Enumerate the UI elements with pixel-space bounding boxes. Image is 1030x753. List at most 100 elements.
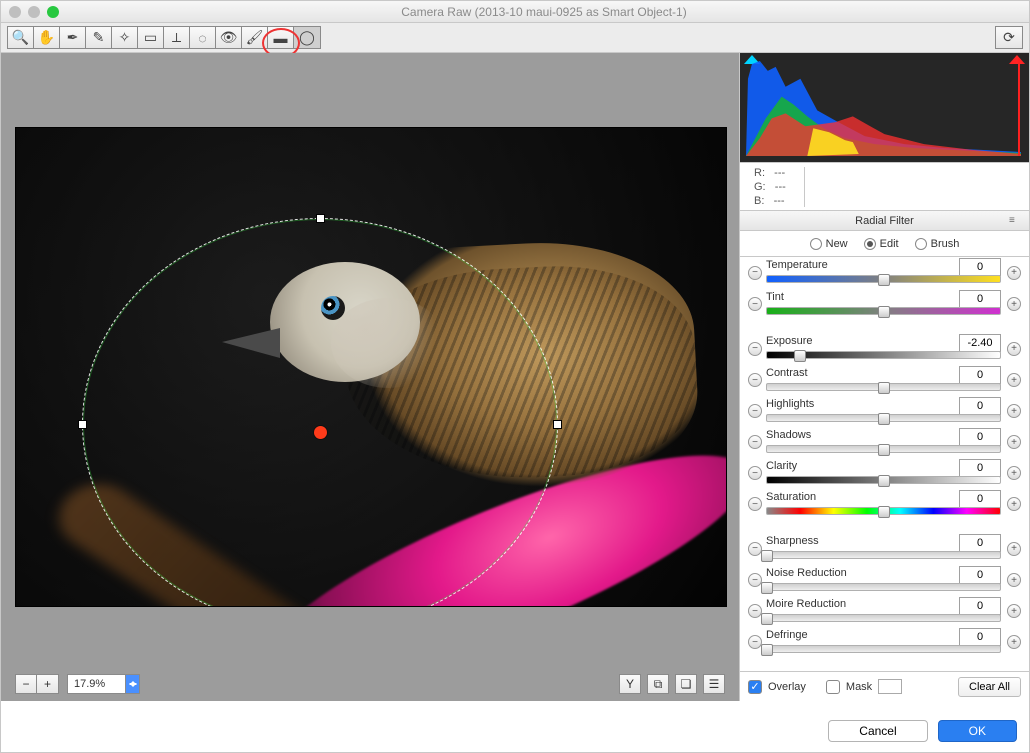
clear-all-button[interactable]: Clear All	[958, 677, 1021, 697]
targeted-adjustment-tool[interactable]: ✧	[112, 27, 138, 48]
minus-icon[interactable]: −	[748, 635, 762, 649]
mask-checkbox[interactable]	[826, 680, 840, 694]
slider-value-input[interactable]	[959, 258, 1001, 276]
slider-value-input[interactable]	[959, 428, 1001, 446]
minus-icon[interactable]: −	[748, 466, 762, 480]
zoom-tool[interactable]: 🔍	[8, 27, 34, 48]
preview-preferences-button[interactable]: ❏	[675, 674, 697, 694]
plus-icon[interactable]: +	[1007, 342, 1021, 356]
hand-tool[interactable]: ✋	[34, 27, 60, 48]
minus-icon[interactable]: −	[748, 373, 762, 387]
filmstrip-toggle-button[interactable]: Y	[619, 674, 641, 694]
slider-thumb[interactable]	[878, 506, 890, 518]
slider-value-input[interactable]	[959, 628, 1001, 646]
spot-removal-tool[interactable]: ◌	[190, 27, 216, 48]
slider-thumb[interactable]	[761, 582, 773, 594]
slider-thumb[interactable]	[878, 475, 890, 487]
mask-color-swatch[interactable]	[878, 679, 902, 694]
slider-value-input[interactable]	[959, 334, 1001, 352]
histogram[interactable]	[740, 53, 1029, 163]
color-sampler-tool[interactable]: ✎	[86, 27, 112, 48]
plus-icon[interactable]: +	[1007, 573, 1021, 587]
minus-icon[interactable]: −	[748, 604, 762, 618]
settings-button[interactable]: ☰	[703, 674, 725, 694]
slider-value-input[interactable]	[959, 490, 1001, 508]
plus-icon[interactable]: +	[1007, 497, 1021, 511]
slider-value-input[interactable]	[959, 566, 1001, 584]
slider-track[interactable]	[766, 476, 1001, 484]
rotate-button[interactable]: ⟳	[995, 26, 1023, 49]
plus-icon[interactable]: +	[1007, 604, 1021, 618]
slider-track[interactable]	[766, 583, 1001, 591]
plus-icon[interactable]: +	[1007, 466, 1021, 480]
graduated-filter-tool[interactable]: ▬	[268, 27, 294, 48]
close-window-icon[interactable]	[9, 6, 21, 18]
slider-track[interactable]	[766, 614, 1001, 622]
minus-icon[interactable]: −	[748, 297, 762, 311]
plus-icon[interactable]: +	[1007, 297, 1021, 311]
slider-track[interactable]	[766, 307, 1001, 315]
slider-thumb[interactable]	[878, 382, 890, 394]
minus-icon[interactable]: −	[748, 266, 762, 280]
slider-value-input[interactable]	[959, 366, 1001, 384]
slider-value-input[interactable]	[959, 534, 1001, 552]
plus-icon[interactable]: +	[1007, 373, 1021, 387]
slider-thumb[interactable]	[878, 274, 890, 286]
plus-icon[interactable]: +	[1007, 266, 1021, 280]
slider-track[interactable]	[766, 414, 1001, 422]
zoom-select[interactable]: 17.9%	[67, 674, 140, 694]
radial-filter-handle-left[interactable]	[78, 420, 87, 429]
slider-track[interactable]	[766, 351, 1001, 359]
straighten-tool[interactable]: ⟂	[164, 27, 190, 48]
white-balance-tool[interactable]: ✒	[60, 27, 86, 48]
cancel-button[interactable]: Cancel	[828, 720, 927, 742]
minus-icon[interactable]: −	[748, 435, 762, 449]
minus-icon[interactable]: −	[748, 342, 762, 356]
before-after-button[interactable]: ⧉	[647, 674, 669, 694]
slider-thumb[interactable]	[878, 444, 890, 456]
mode-brush[interactable]: Brush	[915, 238, 960, 250]
red-eye-tool[interactable]: 👁	[216, 27, 242, 48]
minus-icon[interactable]: −	[748, 404, 762, 418]
plus-icon[interactable]: +	[1007, 542, 1021, 556]
radial-filter-handle-top[interactable]	[316, 214, 325, 223]
slider-track[interactable]	[766, 445, 1001, 453]
slider-value-input[interactable]	[959, 290, 1001, 308]
radial-filter-pin[interactable]	[314, 426, 327, 439]
slider-value-input[interactable]	[959, 459, 1001, 477]
mode-new[interactable]: New	[810, 238, 848, 250]
plus-icon[interactable]: +	[1007, 404, 1021, 418]
minus-icon[interactable]: −	[748, 497, 762, 511]
slider-thumb[interactable]	[878, 413, 890, 425]
slider-thumb[interactable]	[878, 306, 890, 318]
zoom-in-button[interactable]: +	[37, 674, 59, 694]
radial-filter-overlay[interactable]	[82, 218, 558, 607]
radial-filter-tool[interactable]: ◯	[294, 27, 320, 48]
slider-thumb[interactable]	[761, 644, 773, 656]
mode-edit[interactable]: Edit	[864, 238, 899, 250]
plus-icon[interactable]: +	[1007, 635, 1021, 649]
panel-menu-icon[interactable]: ≡	[1009, 215, 1025, 227]
slider-track[interactable]	[766, 551, 1001, 559]
slider-value-input[interactable]	[959, 597, 1001, 615]
minus-icon[interactable]: −	[748, 573, 762, 587]
zoom-window-icon[interactable]	[47, 6, 59, 18]
image-preview[interactable]	[15, 127, 727, 607]
slider-track[interactable]	[766, 507, 1001, 515]
minus-icon[interactable]: −	[748, 542, 762, 556]
slider-thumb[interactable]	[761, 613, 773, 625]
minimize-window-icon[interactable]	[28, 6, 40, 18]
radial-filter-handle-right[interactable]	[553, 420, 562, 429]
overlay-checkbox[interactable]: ✓	[748, 680, 762, 694]
crop-tool[interactable]: ▭	[138, 27, 164, 48]
adjustment-brush-tool[interactable]: 🖌	[242, 27, 268, 48]
plus-icon[interactable]: +	[1007, 435, 1021, 449]
slider-value-input[interactable]	[959, 397, 1001, 415]
slider-track[interactable]	[766, 645, 1001, 653]
slider-thumb[interactable]	[761, 550, 773, 562]
slider-track[interactable]	[766, 383, 1001, 391]
zoom-out-button[interactable]: −	[15, 674, 37, 694]
slider-thumb[interactable]	[794, 350, 806, 362]
slider-track[interactable]	[766, 275, 1001, 283]
ok-button[interactable]: OK	[938, 720, 1017, 742]
